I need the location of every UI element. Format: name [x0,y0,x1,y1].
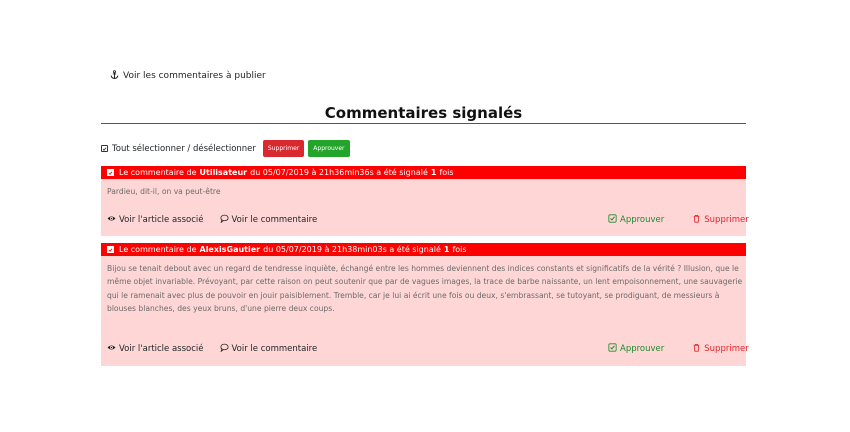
comment-checkbox[interactable] [107,169,114,176]
view-comment-link[interactable]: Voir le commentaire [219,343,318,355]
view-article-link[interactable]: Voir l'article associé [107,343,204,355]
anchor-icon [110,70,119,82]
delete-label[interactable]: Supprimer [704,215,748,225]
comment-actions: Voir l'article associé Voir le commentai… [107,343,749,355]
approve-link[interactable]: Approuver [608,343,664,355]
comment-body: Bijou se tenait debout avec un regard de… [107,264,743,314]
comment-checkbox[interactable] [107,246,114,253]
reported-comment-card: Le commentaire de AlexisGautier du 05/07… [101,243,749,366]
view-pending-comments-link[interactable]: Voir les commentaires à publier [110,70,266,82]
delete-link[interactable]: Supprimer [692,343,749,355]
comment-prefix: Le commentaire de [119,168,197,177]
approve-label[interactable]: Approuver [620,344,664,354]
speech-bubble-icon [219,343,229,355]
trash-icon [692,214,701,226]
eye-icon [107,343,116,355]
approve-label[interactable]: Approuver [620,215,664,225]
report-count: 1 [430,168,437,177]
comment-suffix: fois [452,245,467,254]
select-all-checkbox[interactable] [101,145,108,152]
select-all-label[interactable]: Tout sélectionner / désélectionner [112,144,256,154]
comment-author: AlexisGautier [199,245,261,254]
bulk-toolbar: Tout sélectionner / désélectionner Suppr… [101,140,350,157]
view-article-label[interactable]: Voir l'article associé [119,344,204,354]
comment-body: Pardieu, dit-il, on va peut-être [107,187,221,196]
eye-icon [107,214,116,226]
comment-header: Le commentaire de Utilisateur du 05/07/2… [101,166,746,179]
reported-comment-card: Le commentaire de Utilisateur du 05/07/2… [101,166,749,236]
comment-header: Le commentaire de AlexisGautier du 05/07… [101,243,746,256]
delete-link[interactable]: Supprimer [692,214,749,226]
check-square-icon [608,214,617,226]
bulk-delete-button[interactable]: Supprimer [262,140,305,157]
comment-actions: Voir l'article associé Voir le commentai… [107,214,749,226]
view-comment-label[interactable]: Voir le commentaire [232,344,318,354]
comment-suffix: fois [439,168,454,177]
view-comment-label[interactable]: Voir le commentaire [232,215,318,225]
approve-link[interactable]: Approuver [608,214,664,226]
bulk-approve-button[interactable]: Approuver [308,140,350,157]
comment-prefix: Le commentaire de [119,245,197,254]
check-square-icon [608,343,617,355]
delete-label[interactable]: Supprimer [704,344,748,354]
page-title: Commentaires signalés [101,104,746,124]
view-pending-comments-label[interactable]: Voir les commentaires à publier [123,71,266,81]
view-article-label[interactable]: Voir l'article associé [119,215,204,225]
comment-author: Utilisateur [199,168,248,177]
comment-date: du 05/07/2019 à 21h36min36s a été signal… [250,168,428,177]
comment-date: du 05/07/2019 à 21h38min03s a été signal… [263,245,441,254]
view-comment-link[interactable]: Voir le commentaire [219,214,318,226]
report-count: 1 [443,245,450,254]
speech-bubble-icon [219,214,229,226]
view-article-link[interactable]: Voir l'article associé [107,214,204,226]
trash-icon [692,343,701,355]
